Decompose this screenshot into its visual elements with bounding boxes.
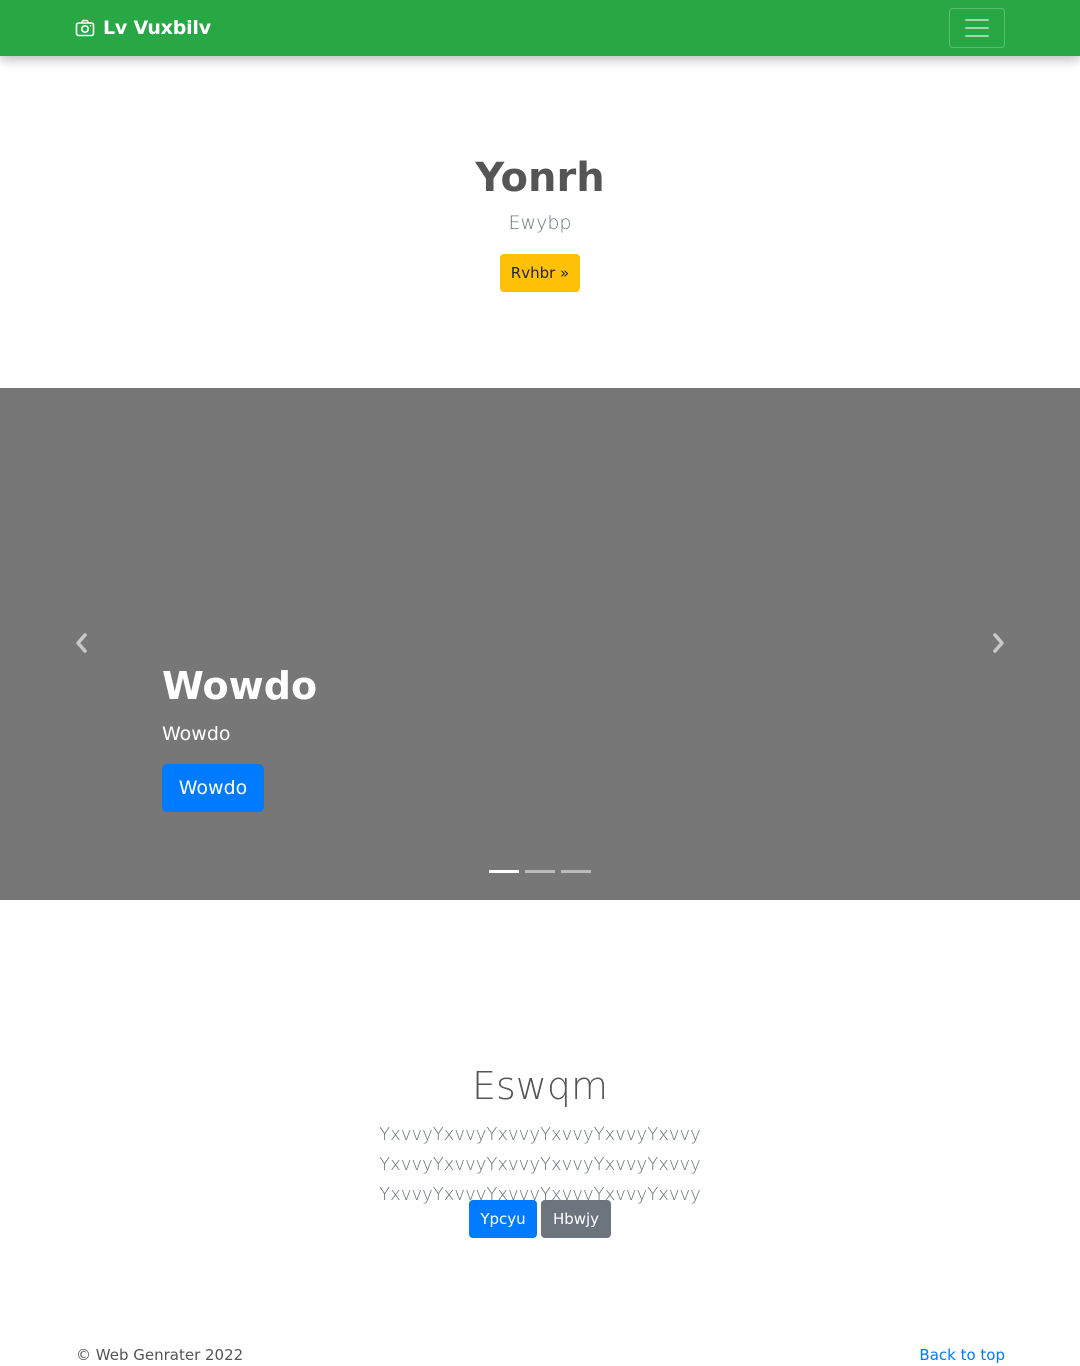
footer: © Web Genrater 2022 Back to top — [0, 1340, 1080, 1366]
intro-section: Eswqm YxvvyYxvvyYxvvyYxvvyYxvvyYxvvy Yxv… — [0, 900, 1080, 1320]
carousel: Wowdo Wowdo Wowdo — [0, 388, 1080, 900]
carousel-caption: Wowdo Wowdo Wowdo — [162, 658, 318, 812]
chevron-right-icon — [993, 633, 1004, 653]
carousel-indicator-1[interactable] — [489, 870, 519, 873]
carousel-next-button[interactable] — [983, 628, 1013, 658]
carousel-indicators — [489, 870, 591, 873]
carousel-caption-title: Wowdo — [162, 664, 318, 708]
back-to-top-link[interactable]: Back to top — [919, 1346, 1005, 1364]
carousel-indicator-3[interactable] — [561, 870, 591, 873]
section-button-group: Ypcyu Hbwjy — [469, 1200, 611, 1238]
carousel-prev-button[interactable] — [67, 628, 97, 658]
secondary-button[interactable]: Hbwjy — [541, 1200, 611, 1238]
navbar: Lv Vuxbilv — [0, 0, 1080, 56]
jumbotron-cta-button[interactable]: Rvhbr » — [500, 254, 580, 292]
carousel-indicator-2[interactable] — [525, 870, 555, 873]
section-title: Eswqm — [471, 1064, 609, 1108]
brand-name: Lv Vuxbilv — [103, 17, 211, 39]
brand-link[interactable]: Lv Vuxbilv — [75, 17, 211, 39]
carousel-caption-text: Wowdo — [162, 723, 231, 745]
navbar-toggler-button[interactable] — [949, 8, 1005, 48]
jumbotron-lead: Ewybp — [508, 212, 572, 234]
primary-button[interactable]: Ypcyu — [469, 1200, 537, 1238]
footer-copyright: © Web Genrater 2022 — [76, 1346, 244, 1364]
section-lead: YxvvyYxvvyYxvvyYxvvyYxvvyYxvvy YxvvyYxvv… — [379, 1124, 701, 1205]
jumbotron: Yonrh Ewybp Rvhbr » — [0, 56, 1080, 388]
chevron-left-icon — [76, 633, 87, 653]
carousel-caption-button[interactable]: Wowdo — [162, 764, 264, 812]
jumbotron-title: Yonrh — [475, 155, 605, 201]
hamburger-icon — [965, 19, 989, 37]
camera-icon — [75, 19, 95, 37]
